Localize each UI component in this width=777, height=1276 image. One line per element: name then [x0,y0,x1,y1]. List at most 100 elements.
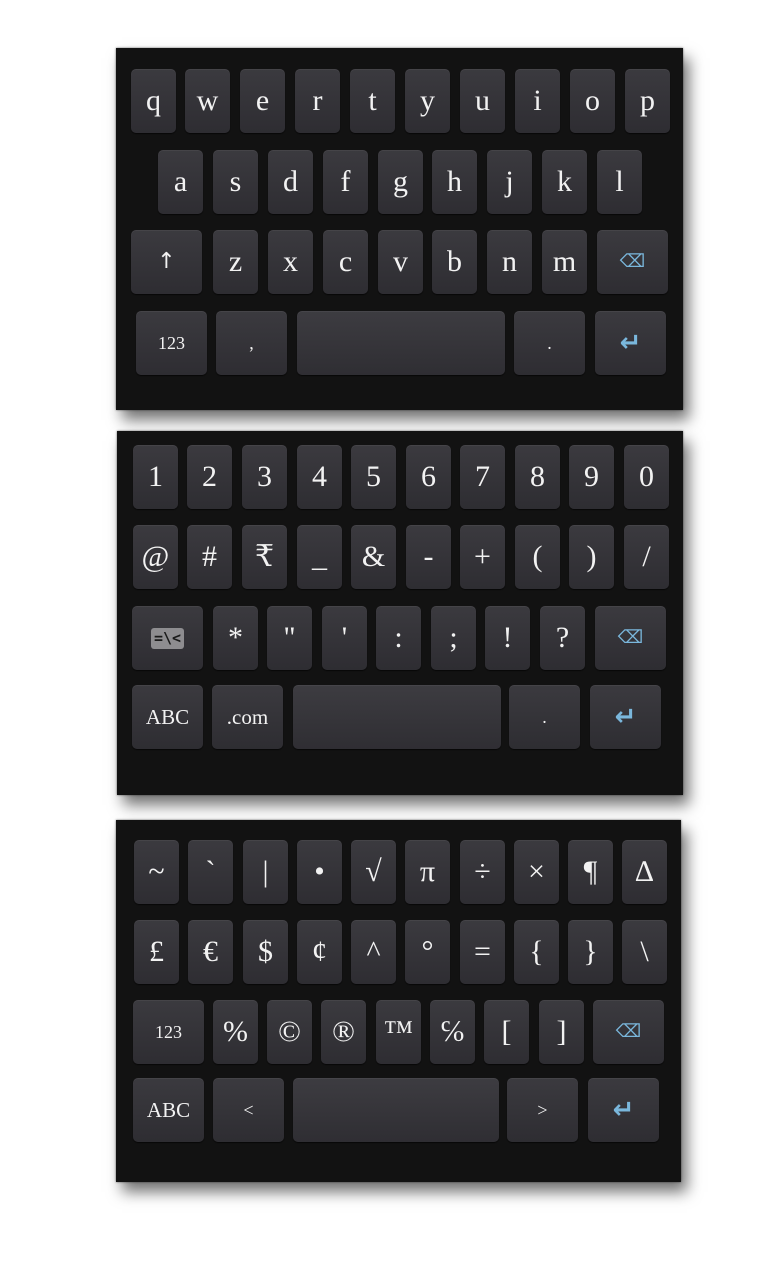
key-n[interactable]: n [487,230,532,294]
key-0[interactable]: 0 [624,445,669,509]
key-5[interactable]: 5 [351,445,396,509]
key-backtick[interactable]: ` [188,840,233,904]
key-pilcrow[interactable]: ¶ [568,840,613,904]
space-key[interactable] [293,1078,499,1142]
key-2[interactable]: 2 [187,445,232,509]
key-colon[interactable]: : [376,606,421,670]
key-euro[interactable]: € [188,920,233,984]
key-b[interactable]: b [432,230,477,294]
key-slash[interactable]: / [624,525,669,589]
key-8[interactable]: 8 [515,445,560,509]
key-y[interactable]: y [405,69,450,133]
key-backslash[interactable]: \ [622,920,667,984]
abc-mode-key[interactable]: ABC [132,685,203,749]
key-right-paren[interactable]: ) [569,525,614,589]
enter-key[interactable]: ↵ [588,1078,659,1142]
enter-key[interactable]: ↵ [595,311,666,375]
key-o[interactable]: o [570,69,615,133]
key-right-bracket[interactable]: ] [539,1000,584,1064]
key-delta[interactable]: ∆ [622,840,667,904]
key-3[interactable]: 3 [242,445,287,509]
key-s[interactable]: s [213,150,258,214]
key-c[interactable]: c [323,230,368,294]
key-j[interactable]: j [487,150,532,214]
key-rupee[interactable]: ₹ [242,525,287,589]
key-bullet[interactable]: • [297,840,342,904]
key-h[interactable]: h [432,150,477,214]
key-question[interactable]: ? [540,606,585,670]
abc-mode-key[interactable]: ABC [133,1078,204,1142]
key-dollar[interactable]: $ [243,920,288,984]
key-trademark[interactable]: ™ [376,1000,421,1064]
key-m[interactable]: m [542,230,587,294]
key-divide[interactable]: ÷ [460,840,505,904]
key-pound[interactable]: £ [134,920,179,984]
key-l[interactable]: l [597,150,642,214]
key-v[interactable]: v [378,230,423,294]
numbers-mode-key[interactable]: 123 [136,311,207,375]
backspace-key[interactable]: ⌫ [597,230,668,294]
key-caret[interactable]: ^ [351,920,396,984]
key-copyright[interactable]: © [267,1000,312,1064]
key-double-quote[interactable]: " [267,606,312,670]
key-z[interactable]: z [213,230,258,294]
key-left-bracket[interactable]: [ [484,1000,529,1064]
key-7[interactable]: 7 [460,445,505,509]
key-4[interactable]: 4 [297,445,342,509]
comma-key[interactable]: , [216,311,287,375]
space-key[interactable] [293,685,501,749]
key-registered[interactable]: ® [321,1000,366,1064]
enter-key[interactable]: ↵ [590,685,661,749]
key-hash[interactable]: # [187,525,232,589]
key-tilde[interactable]: ~ [134,840,179,904]
dotcom-key[interactable]: .com [212,685,283,749]
key-t[interactable]: t [350,69,395,133]
key-multiply[interactable]: × [514,840,559,904]
greater-than-key[interactable]: > [507,1078,578,1142]
key-f[interactable]: f [323,150,368,214]
key-r[interactable]: r [295,69,340,133]
less-than-key[interactable]: < [213,1078,284,1142]
key-ampersand[interactable]: & [351,525,396,589]
key-right-brace[interactable]: } [568,920,613,984]
key-percent[interactable]: % [213,1000,258,1064]
key-exclamation[interactable]: ! [485,606,530,670]
key-minus[interactable]: - [406,525,451,589]
key-p[interactable]: p [625,69,670,133]
key-cent[interactable]: ¢ [297,920,342,984]
key-w[interactable]: w [185,69,230,133]
numbers-mode-key[interactable]: 123 [133,1000,204,1064]
key-care-of[interactable]: ℅ [430,1000,475,1064]
key-d[interactable]: d [268,150,313,214]
more-symbols-key[interactable]: =\< [132,606,203,670]
backspace-key[interactable]: ⌫ [593,1000,664,1064]
key-1[interactable]: 1 [133,445,178,509]
key-i[interactable]: i [515,69,560,133]
key-underscore[interactable]: _ [297,525,342,589]
key-u[interactable]: u [460,69,505,133]
key-pipe[interactable]: | [243,840,288,904]
key-6[interactable]: 6 [406,445,451,509]
key-plus[interactable]: + [460,525,505,589]
key-e[interactable]: e [240,69,285,133]
key-left-paren[interactable]: ( [515,525,560,589]
period-key[interactable]: . [509,685,580,749]
key-9[interactable]: 9 [569,445,614,509]
backspace-key[interactable]: ⌫ [595,606,666,670]
key-sqrt[interactable]: √ [351,840,396,904]
key-semicolon[interactable]: ; [431,606,476,670]
key-x[interactable]: x [268,230,313,294]
key-left-brace[interactable]: { [514,920,559,984]
key-asterisk[interactable]: * [213,606,258,670]
shift-key[interactable]: ↑ [131,230,202,294]
key-k[interactable]: k [542,150,587,214]
period-key[interactable]: . [514,311,585,375]
key-pi[interactable]: π [405,840,450,904]
key-equals[interactable]: = [460,920,505,984]
key-g[interactable]: g [378,150,423,214]
key-at[interactable]: @ [133,525,178,589]
key-a[interactable]: a [158,150,203,214]
space-key[interactable] [297,311,505,375]
key-q[interactable]: q [131,69,176,133]
key-single-quote[interactable]: ' [322,606,367,670]
